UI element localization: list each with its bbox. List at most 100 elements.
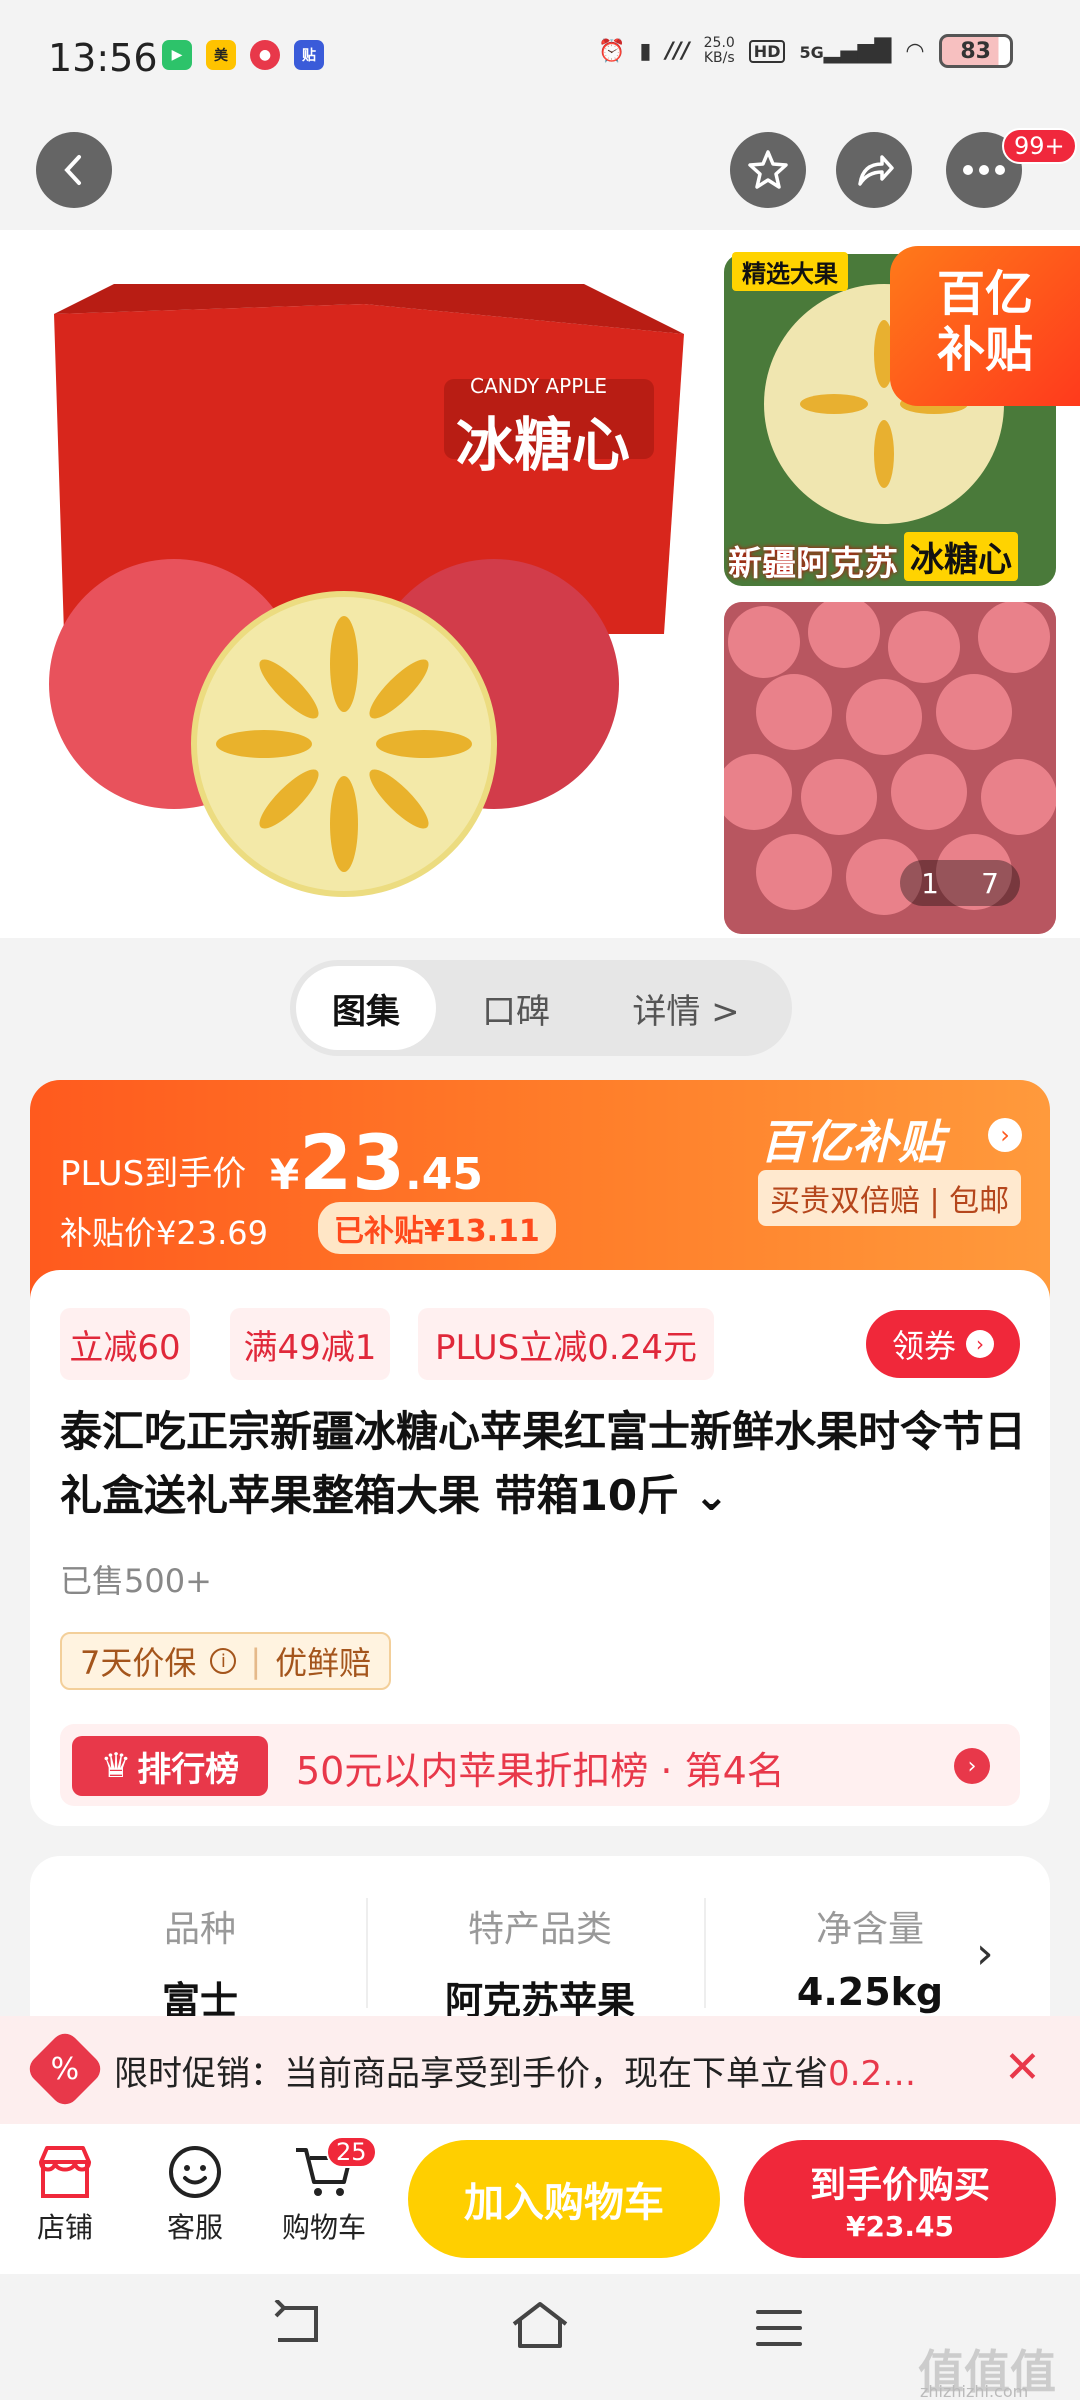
get-coupon-button[interactable]: 领券 › xyxy=(866,1310,1020,1378)
spec-net-weight: 净含量 4.25kg xyxy=(760,1900,980,2014)
service-label: 客服 xyxy=(166,2211,223,2244)
net-speed: 25.0 KB/s xyxy=(704,36,735,66)
share-icon xyxy=(858,155,894,186)
net-speed-value: 25.0 xyxy=(703,35,735,51)
subsidized-amount: 已补贴¥13.11 xyxy=(318,1202,556,1254)
spec-label: 品种 xyxy=(163,1909,236,1950)
status-time: 13:56 xyxy=(48,36,158,80)
subsidy-brand[interactable]: 百亿补贴 xyxy=(760,1106,944,1172)
subsidy-corner-badge: 百亿 补贴 xyxy=(890,246,1080,406)
price-guarantee: 买贵双倍赔 | 包邮 xyxy=(758,1170,1022,1226)
promo-chip-3[interactable]: PLUS立减0.24元 xyxy=(418,1308,714,1380)
fresh-compensation-label: 优鲜赔 xyxy=(275,1644,372,1682)
subsidy-price: 补贴价¥23.69 xyxy=(60,1214,268,1252)
status-indicators: ⏰ ▮ /// 25.0 KB/s HD 5G▂▄▆█ ◠ 83 xyxy=(598,34,1013,68)
chevron-right-icon: › xyxy=(966,1330,994,1358)
ranking-text: 50元以内苹果折扣榜 · 第4名 xyxy=(296,1749,785,1793)
subsidy-line2: 补贴 xyxy=(936,322,1033,378)
pager-current: 1 xyxy=(921,866,939,900)
promo-chip-2[interactable]: 满49减1 xyxy=(230,1308,390,1380)
tab-reviews[interactable]: 口碑 xyxy=(436,966,596,1050)
battery-level: 83 xyxy=(960,38,991,64)
battery-icon: 83 xyxy=(938,34,1013,68)
ranking-tag-label: 排行榜 xyxy=(137,1749,240,1790)
divider: | xyxy=(250,1642,262,1680)
pager-total: 7 xyxy=(981,866,999,900)
system-home-button[interactable] xyxy=(510,2300,570,2363)
spec-variety: 品种 富士 xyxy=(100,1900,300,2025)
thumbnail-caption-b: 冰糖心 xyxy=(904,532,1018,581)
store-button[interactable]: 店铺 xyxy=(24,2142,106,2246)
section-tabs: 图集 口碑 详情 > xyxy=(290,960,792,1056)
info-icon: i xyxy=(210,1648,237,1674)
chevron-right-icon[interactable]: › xyxy=(976,1928,994,1979)
main-product-image[interactable] xyxy=(24,254,704,934)
cart-label: 购物车 xyxy=(281,2211,366,2244)
wifi-icon: ◠ xyxy=(905,38,925,64)
chevron-right-icon[interactable]: › xyxy=(988,1118,1022,1152)
promo-highlight: 0.2… xyxy=(828,2054,917,2094)
alarm-icon: ⏰ xyxy=(598,38,626,64)
thumbnail-caption-a: 新疆阿克苏 xyxy=(728,544,898,584)
meituan-icon: 美 xyxy=(206,40,236,70)
share-button[interactable] xyxy=(836,132,912,208)
system-menu-button[interactable] xyxy=(754,2300,804,2363)
buy-now-price: ¥23.45 xyxy=(845,2210,955,2243)
promo-text: 限时促销：当前商品享受到手价，现在下单立省0.2… xyxy=(114,2046,916,2095)
vibrate-icon: ▮ xyxy=(639,38,652,64)
app-notification-icon: ● xyxy=(250,40,280,70)
chat-smile-icon xyxy=(154,2142,236,2206)
nfc-icon: /// xyxy=(665,38,690,64)
spec-label: 特产品类 xyxy=(467,1909,612,1950)
price-decimal: .45 xyxy=(405,1149,483,1200)
customer-service-button[interactable]: 客服 xyxy=(154,2142,236,2246)
subsidy-line1: 百亿 xyxy=(936,266,1033,322)
plus-price-label: PLUS到手价 xyxy=(60,1154,247,1194)
more-dots-icon xyxy=(963,165,1005,175)
promo-chip-1[interactable]: 立减60 xyxy=(60,1308,190,1380)
spec-category: 特产品类 阿克苏苹果 xyxy=(400,1900,680,2025)
status-app-icons: ▶ 美 ● 贴 xyxy=(162,40,324,70)
price-currency: ¥ xyxy=(270,1150,300,1199)
cart-count-badge: 25 xyxy=(326,2136,377,2168)
price-protect-label: 7天价保 xyxy=(80,1644,197,1682)
favorite-button[interactable] xyxy=(730,132,806,208)
apple-box-image xyxy=(24,254,704,934)
network-type: 5G xyxy=(799,42,824,62)
spec-divider xyxy=(704,1898,706,2008)
image-pager: 1 7 xyxy=(900,860,1020,906)
watermark-url: zhizhizhi.com xyxy=(920,2382,1029,2400)
box-title: 冰糖心 xyxy=(456,411,631,479)
store-icon xyxy=(24,2142,106,2206)
promo-message: 限时促销：当前商品享受到手价，现在下单立省 xyxy=(114,2054,828,2094)
star-icon xyxy=(748,150,788,189)
add-to-cart-button[interactable]: 加入购物车 xyxy=(408,2140,720,2258)
app-notification-icon: 贴 xyxy=(294,40,324,70)
message-badge: 99+ xyxy=(1002,128,1077,164)
buy-now-label: 到手价购买 xyxy=(809,2165,990,2206)
home-icon xyxy=(512,2302,568,2348)
buy-now-button[interactable]: 到手价购买 ¥23.45 xyxy=(744,2140,1056,2258)
thumbnail-tag: 精选大果 xyxy=(732,252,848,291)
chevron-right-icon[interactable]: › xyxy=(954,1748,990,1784)
tab-details[interactable]: 详情 > xyxy=(596,966,776,1050)
spec-label: 净含量 xyxy=(815,1909,924,1950)
back-button[interactable] xyxy=(36,132,112,208)
signal-icon: 5G▂▄▆█ xyxy=(799,38,892,64)
coupon-label: 领券 xyxy=(891,1327,956,1365)
spec-divider xyxy=(366,1898,368,2008)
service-guarantees[interactable]: 7天价保 i | 优鲜赔 xyxy=(60,1632,392,1690)
back-arrow-icon xyxy=(274,2298,318,2342)
tab-gallery[interactable]: 图集 xyxy=(296,966,436,1050)
system-back-button[interactable] xyxy=(270,2298,330,2363)
trophy-icon: ♛ xyxy=(100,1746,132,1786)
price-integer: 23 xyxy=(299,1118,405,1207)
store-label: 店铺 xyxy=(36,2211,93,2244)
plus-price: ¥23.45 xyxy=(270,1118,483,1207)
app-notification-icon: ▶ xyxy=(162,40,192,70)
net-speed-unit: KB/s xyxy=(703,50,735,66)
hd-icon: HD xyxy=(748,39,786,63)
product-title[interactable]: 泰汇吃正宗新疆冰糖心苹果红富士新鲜水果时令节日礼盒送礼苹果整箱大果 带箱10斤 … xyxy=(60,1400,1030,1528)
close-icon[interactable]: ✕ xyxy=(1004,2042,1041,2093)
sold-count: 已售500+ xyxy=(60,1562,212,1600)
